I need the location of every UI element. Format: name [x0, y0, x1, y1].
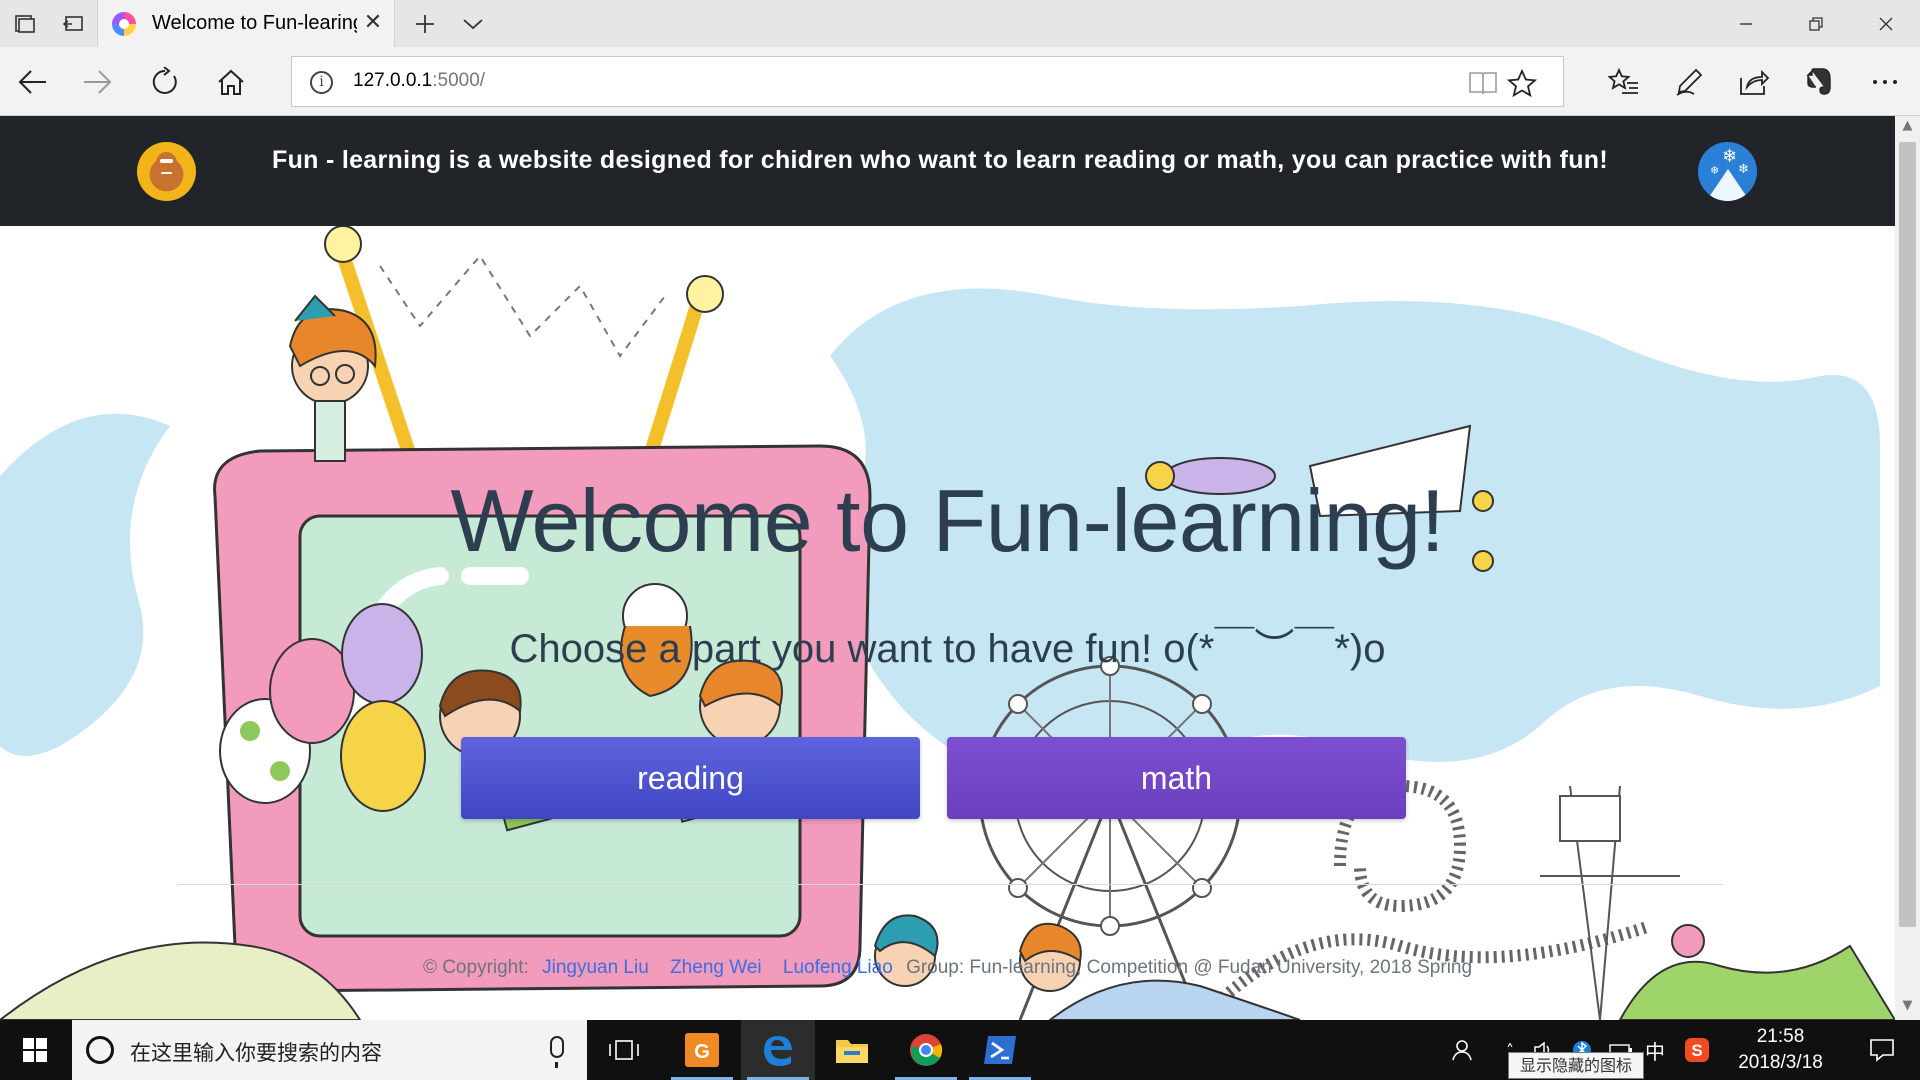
address-bar[interactable]: i 127.0.0.1:5000/: [291, 56, 1564, 107]
minimize-icon[interactable]: [1712, 0, 1780, 47]
tab-title: Welcome to Fun-learing: [152, 12, 357, 34]
taskbar-clock[interactable]: 21:58 2018/3/18: [1718, 1024, 1843, 1076]
taskbar-search-box[interactable]: 在这里输入你要搜索的内容: [72, 1020, 587, 1080]
share-icon[interactable]: [1731, 59, 1777, 105]
chrome-app-icon[interactable]: [889, 1020, 963, 1080]
author-link-jingyuan-liu[interactable]: Jingyuan Liu: [542, 957, 649, 978]
windows-start-icon[interactable]: [0, 1020, 70, 1080]
powershell-app-icon[interactable]: [963, 1020, 1037, 1080]
people-icon[interactable]: [1444, 1020, 1478, 1080]
tabs-aside-icon[interactable]: [0, 0, 50, 47]
browser-toolbar: i 127.0.0.1:5000/: [0, 47, 1920, 116]
forward-icon[interactable]: [74, 59, 120, 105]
info-icon[interactable]: i: [310, 71, 333, 94]
pinwheel-favicon-icon: [112, 11, 136, 36]
action-center-icon[interactable]: [1852, 1020, 1912, 1080]
header-tagline: Fun - learning is a website designed for…: [272, 146, 1608, 174]
url-text[interactable]: 127.0.0.1:5000/: [353, 70, 485, 92]
copyright-label: © Copyright:: [422, 957, 529, 978]
hero-subtitle: Choose a part you want to have fun! o(*￣…: [509, 627, 1386, 671]
evernote-icon[interactable]: [1797, 59, 1843, 105]
home-icon[interactable]: [208, 59, 254, 105]
gingerbread-logo-icon[interactable]: [137, 142, 196, 201]
scroll-down-icon[interactable]: ▼: [1895, 998, 1920, 1020]
more-icon[interactable]: [1862, 59, 1908, 105]
pdf-reader-app-icon[interactable]: G: [665, 1020, 739, 1080]
reading-view-icon[interactable]: [1464, 64, 1502, 102]
favorites-hub-icon[interactable]: [1601, 59, 1647, 105]
url-host: 127.0.0.1: [353, 70, 433, 91]
edge-app-icon[interactable]: [741, 1020, 815, 1080]
math-button[interactable]: math: [947, 737, 1406, 819]
search-placeholder: 在这里输入你要搜索的内容: [130, 1041, 382, 1065]
footer-group-text: Group: Fun-learning, Competition @ Fudan…: [906, 957, 1473, 978]
sogou-input-icon[interactable]: S: [1680, 1020, 1714, 1080]
url-port-path: :5000/: [432, 70, 486, 91]
close-tab-icon[interactable]: ✕: [362, 12, 384, 34]
pen-icon[interactable]: [1666, 59, 1712, 105]
tab-list-icon[interactable]: [448, 0, 498, 47]
close-window-icon[interactable]: [1852, 0, 1920, 47]
set-aside-icon[interactable]: [48, 0, 98, 47]
refresh-icon[interactable]: [142, 59, 188, 105]
back-icon[interactable]: [10, 59, 56, 105]
hero-section: Welcome to Fun-learning! Choose a part y…: [0, 226, 1895, 1020]
footer-divider: [178, 884, 1723, 885]
cortana-icon: [86, 1036, 114, 1064]
author-link-zheng-wei[interactable]: Zheng Wei: [670, 957, 762, 978]
ime-indicator[interactable]: 中: [1640, 1020, 1670, 1080]
snow-mountain-logo-icon[interactable]: ❄ ❄ ❄: [1698, 142, 1757, 201]
task-view-icon[interactable]: [587, 1020, 661, 1080]
page-scrollbar[interactable]: ▲ ▼: [1895, 116, 1920, 1020]
microphone-icon[interactable]: [550, 1036, 564, 1068]
tab-strip: Welcome to Fun-learing ✕: [0, 0, 1920, 47]
restore-icon[interactable]: [1782, 0, 1850, 47]
author-link-luofeng-liao[interactable]: Luofeng Liao: [783, 957, 893, 978]
file-explorer-app-icon[interactable]: [815, 1020, 889, 1080]
page-footer: © Copyright: Jingyuan Liu Zheng Wei Luof…: [0, 957, 1895, 979]
tray-tooltip: 显示隐藏的图标: [1508, 1052, 1644, 1079]
clock-date: 2018/3/18: [1738, 1052, 1823, 1073]
new-tab-icon[interactable]: [400, 0, 450, 47]
clock-time: 21:58: [1756, 1026, 1805, 1047]
svg-text:S: S: [1691, 1041, 1702, 1060]
site-header: Fun - learning is a website designed for…: [0, 116, 1895, 226]
scroll-up-icon[interactable]: ▲: [1895, 118, 1920, 140]
scrollbar-thumb[interactable]: [1899, 142, 1916, 927]
favorite-star-icon[interactable]: [1503, 64, 1541, 102]
hero-title: Welcome to Fun-learning!: [450, 471, 1445, 570]
svg-text:G: G: [694, 1041, 710, 1063]
reading-button[interactable]: reading: [461, 737, 920, 819]
browser-tab[interactable]: Welcome to Fun-learing ✕: [97, 0, 395, 47]
